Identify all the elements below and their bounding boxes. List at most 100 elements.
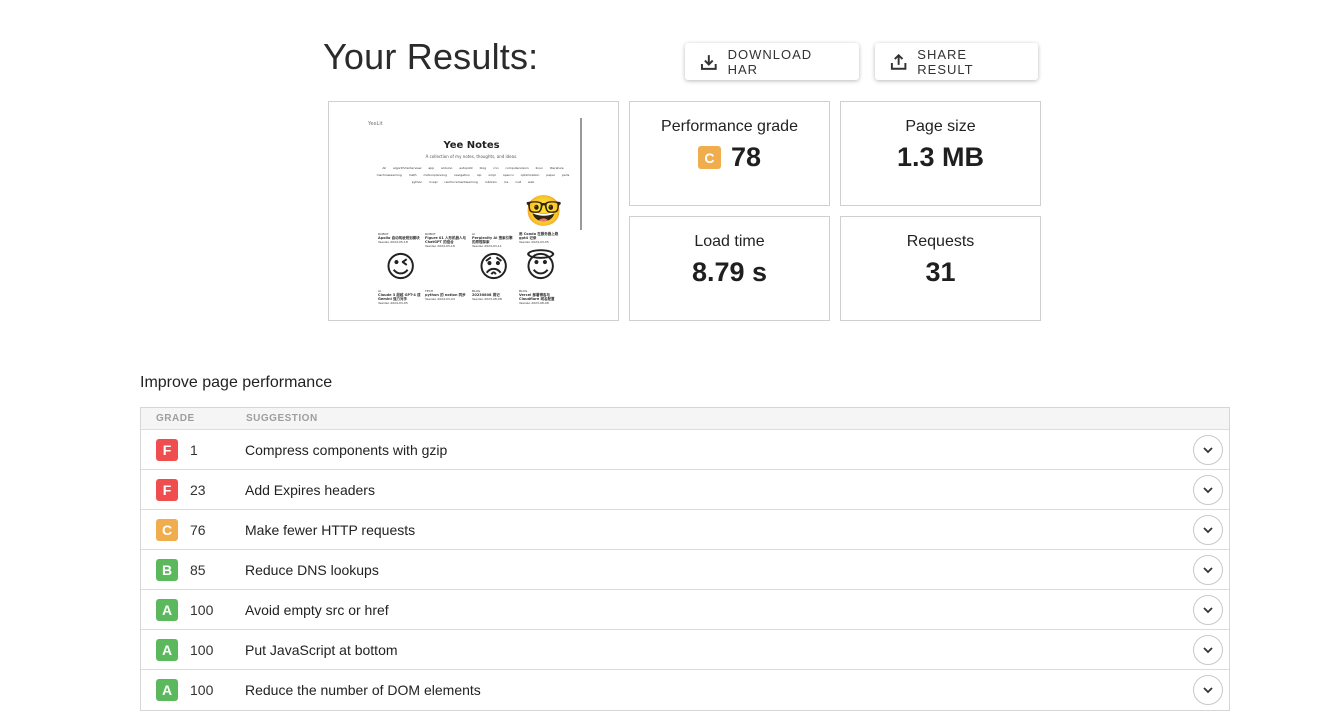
post-date: Yeexiao 2023-08-08 <box>519 301 549 305</box>
suggestion-text: Avoid empty src or href <box>245 601 389 618</box>
requests-label: Requests <box>906 233 975 250</box>
thumbnail-subtitle: A collection of my notes, thoughts, and … <box>425 154 518 159</box>
score-value: 100 <box>190 641 214 658</box>
thumbnail-post: AI Perplexity AI 搜索引擎的原理探索 Yeexiao 2024-03… <box>472 232 516 248</box>
table-row[interactable]: A 100 Put JavaScript at bottom <box>141 630 1229 670</box>
table-row[interactable]: A 100 Avoid empty src or href <box>141 590 1229 630</box>
post-title: Vercel 部署博客与 Cloudflare 域名配置 <box>519 293 555 301</box>
page-screenshot-thumbnail: YeeLit Yee Notes A collection of my note… <box>365 115 583 307</box>
grade-badge: F <box>156 438 178 461</box>
score-value: 76 <box>190 521 206 538</box>
expand-button[interactable] <box>1193 435 1223 465</box>
download-har-button[interactable]: DOWNLOAD HAR <box>685 43 859 80</box>
load-time-label: Load time <box>694 233 765 250</box>
suggestion-text: Put JavaScript at bottom <box>245 641 398 658</box>
page-size-label: Page size <box>905 118 976 135</box>
thumbnail-scrollbar <box>580 118 582 230</box>
table-header: GRADE SUGGESTION <box>141 408 1229 430</box>
table-row[interactable]: F 23 Add Expires headers <box>141 470 1229 510</box>
performance-grade-card: Performance grade C 78 <box>629 101 830 206</box>
thumbnail-post: BLOG 20230808 周记 Yeexiao 2023-08-08 <box>472 289 516 301</box>
thumbnail-post: AI Claude 3 超越 GPT-4 成 Gemini 强力对手 Yeexiao… <box>378 289 422 305</box>
thumbnail-post: 用 Conda 在服务器上跑 gpt4 记录 Yeexiao 2024-03-05 <box>519 232 563 244</box>
column-header-suggestion: SUGGESTION <box>246 413 318 424</box>
performance-grade-value: 78 <box>730 142 762 172</box>
post-date: Yeexiao 2024-03-05 <box>519 240 549 244</box>
section-title: Improve page performance <box>140 374 333 391</box>
grade-badge: A <box>156 638 178 661</box>
column-header-grade: GRADE <box>156 413 195 424</box>
chevron-down-icon <box>1203 527 1213 534</box>
suggestion-text: Add Expires headers <box>245 481 375 498</box>
post-title: Claude 3 超越 GPT-4 成 Gemini 强力对手 <box>378 293 421 301</box>
thumbnail-brand-suffix: Lit <box>376 121 383 127</box>
suggestion-text: Reduce the number of DOM elements <box>245 682 481 698</box>
thumbnail-brand-text: Yee <box>368 121 377 127</box>
requests-card: Requests 31 <box>840 216 1041 321</box>
table-row[interactable]: B 85 Reduce DNS lookups <box>141 550 1229 590</box>
page-size-value: 1.3 MB <box>896 142 985 172</box>
expand-button[interactable] <box>1193 595 1223 625</box>
worried-face-icon: 😟 <box>478 250 510 285</box>
table-row[interactable]: C 76 Make fewer HTTP requests <box>141 510 1229 550</box>
table-row[interactable]: A 100 Reduce the number of DOM elements <box>141 670 1229 710</box>
chevron-down-icon <box>1203 567 1213 574</box>
expand-button[interactable] <box>1193 635 1223 665</box>
post-date: Yeexiao 2024-03-04 <box>425 297 455 301</box>
table-body: F 1 Compress components with gzip F 23 Add Ex… <box>141 430 1229 710</box>
glasses-face-icon: 🤓 <box>525 194 563 229</box>
grade-badge: F <box>156 478 178 501</box>
share-result-label: SHARE RESULT <box>917 46 974 77</box>
post-date: Yeexiao 2024-03-11 <box>472 244 502 248</box>
thumbnail-title: Yee Notes <box>443 140 500 151</box>
post-title: Figure 01 人形机器人与 ChatGPT 的结合 <box>425 236 466 244</box>
thumbnail-brand: YeeLit <box>368 121 383 127</box>
load-time-value: 8.79 s <box>691 257 768 287</box>
thumbnail-post: ROBOT Apollo 自动驾驶规划模块 Yeexiao 2024-05-18 <box>378 232 422 244</box>
expand-button[interactable] <box>1193 675 1223 705</box>
post-date: Yeexiao 2024-03-18 <box>425 244 455 248</box>
load-time-card: Load time 8.79 s <box>629 216 830 321</box>
chevron-down-icon <box>1203 647 1213 654</box>
post-date: Yeexiao 2024-03-05 <box>378 301 408 305</box>
expand-button[interactable] <box>1193 515 1223 545</box>
suggestion-text: Make fewer HTTP requests <box>245 521 416 538</box>
table-row[interactable]: F 1 Compress components with gzip <box>141 430 1229 470</box>
chevron-down-icon <box>1203 447 1213 454</box>
download-har-label: DOWNLOAD HAR <box>727 46 813 77</box>
thumbnail-post: BLOG Vercel 部署博客与 Cloudflare 域名配置 Yeexiao … <box>519 289 563 305</box>
thumbnail-post: TECH python 的 notion 同步 Yeexiao 2024-03-04 <box>425 289 469 301</box>
score-value: 100 <box>190 682 214 698</box>
requests-value: 31 <box>925 257 956 287</box>
grade-badge: B <box>156 558 178 581</box>
halo-face-icon: 😇 <box>525 250 557 285</box>
score-value: 23 <box>190 481 206 498</box>
suggestion-text: Compress components with gzip <box>245 441 448 458</box>
expand-button[interactable] <box>1193 555 1223 585</box>
page-size-card: Page size 1.3 MB <box>840 101 1041 206</box>
post-date: Yeexiao 2023-08-08 <box>472 297 502 301</box>
chevron-down-icon <box>1203 607 1213 614</box>
score-value: 100 <box>190 601 214 618</box>
share-icon <box>890 53 907 70</box>
download-icon <box>700 54 717 70</box>
grade-badge: A <box>156 679 178 701</box>
grade-badge: A <box>156 598 178 621</box>
thumbnail-tags: All algorithminterview app arduino autop… <box>376 166 570 184</box>
thumbnail-post: ROBOT Figure 01 人形机器人与 ChatGPT 的结合 Yeexiao… <box>425 232 469 248</box>
expand-button[interactable] <box>1193 475 1223 505</box>
chevron-down-icon <box>1203 487 1213 494</box>
grade-badge: C <box>156 518 178 541</box>
suggestion-text: Reduce DNS lookups <box>245 561 379 578</box>
performance-grade-value-row: C 78 <box>630 142 829 173</box>
post-title: Perplexity AI 搜索引擎的原理探索 <box>472 236 513 244</box>
score-value: 85 <box>190 561 206 578</box>
performance-grade-label: Performance grade <box>661 118 798 135</box>
post-title: 用 Conda 在服务器上跑 gpt4 记录 <box>519 232 559 240</box>
score-value: 1 <box>190 441 198 458</box>
suggestions-table: GRADE SUGGESTION F 1 Compress components w… <box>140 407 1230 711</box>
grade-badge: C <box>697 146 721 169</box>
post-date: Yeexiao 2024-05-18 <box>378 240 408 244</box>
page-title: Your Results: <box>323 36 539 77</box>
share-result-button[interactable]: SHARE RESULT <box>875 43 1038 80</box>
